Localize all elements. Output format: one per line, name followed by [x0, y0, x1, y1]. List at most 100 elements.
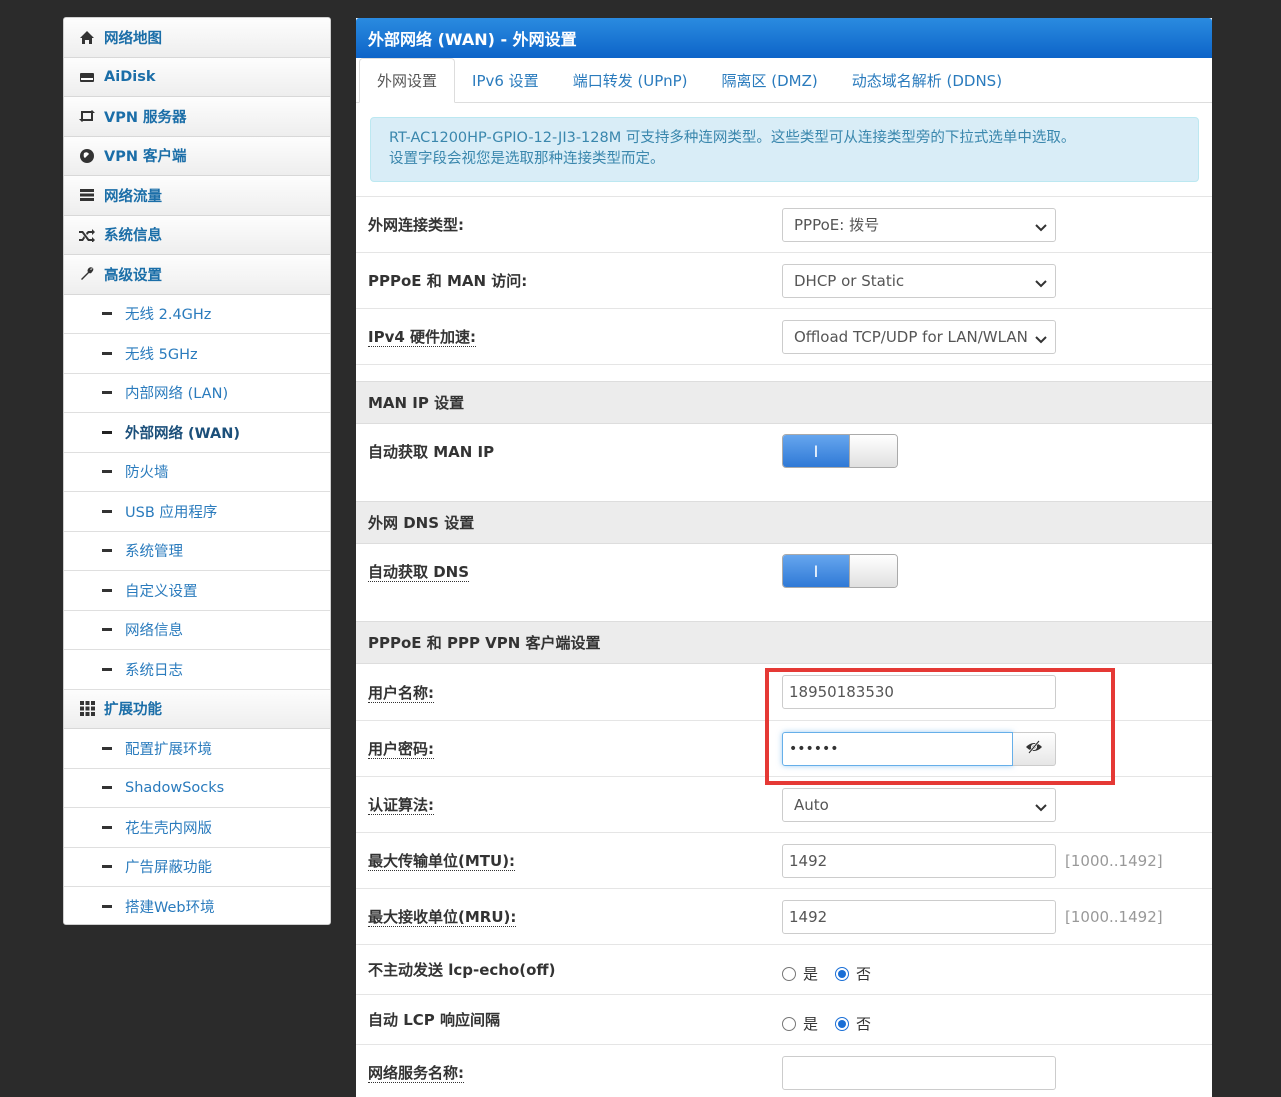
tab-ipv6[interactable]: IPv6 设置: [455, 59, 556, 102]
lcp-adaptive-yes-radio[interactable]: [782, 1016, 796, 1031]
username-input[interactable]: 18950183530: [782, 675, 1056, 709]
sidebar-item-network-map[interactable]: 网络地图: [64, 18, 330, 58]
row-service-name: 网络服务名称:: [356, 1044, 1212, 1097]
mtu-label-text: 最大传输单位(MTU):: [368, 852, 516, 871]
dash-icon: [102, 746, 112, 750]
sidebar-item-label: 扩展功能: [104, 702, 162, 719]
lcp-adaptive-yes-label: 是: [803, 1015, 819, 1033]
chevron-down-icon: [1035, 274, 1047, 287]
row-man-access: PPPoE 和 MAN 访问: DHCP or Static: [356, 252, 1212, 308]
dash-icon: [102, 312, 112, 316]
sidebar-sub-wireless-24[interactable]: 无线 2.4GHz: [64, 294, 330, 334]
toggle-on-label: I: [783, 555, 849, 587]
sidebar-sub-adblock[interactable]: 广告屏蔽功能: [64, 847, 330, 887]
chevron-down-icon: [1035, 330, 1047, 343]
auth-label-text: 认证算法:: [368, 796, 434, 815]
service-name-label-text: 网络服务名称:: [368, 1064, 464, 1083]
mru-input[interactable]: 1492: [782, 899, 1056, 934]
auth-select[interactable]: Auto: [782, 787, 1056, 822]
sidebar-sub-oray[interactable]: 花生壳内网版: [64, 808, 330, 848]
sidebar-sub-label: 花生壳内网版: [125, 820, 212, 837]
tab-dmz[interactable]: 隔离区 (DMZ): [704, 59, 834, 102]
sidebar-sub-label: 防火墙: [125, 465, 169, 482]
sidebar-sub-label: 网络信息: [125, 623, 183, 640]
sidebar-sub-label: 外部网络 (WAN): [125, 425, 241, 442]
sidebar-sub-lan[interactable]: 内部网络 (LAN): [64, 373, 330, 413]
auto-dns-toggle[interactable]: I: [782, 554, 898, 588]
sidebar-sub-label: USB 应用程序: [125, 504, 218, 521]
show-password-button[interactable]: [1013, 731, 1056, 766]
password-input[interactable]: ••••••: [782, 731, 1013, 766]
row-mru: 最大接收单位(MRU): 1492 [1000..1492]: [356, 888, 1212, 944]
sidebar-sub-wireless-5[interactable]: 无线 5GHz: [64, 334, 330, 374]
tab-port-forward[interactable]: 端口转发 (UPnP): [556, 59, 705, 102]
sidebar-sub-admin[interactable]: 系统管理: [64, 531, 330, 571]
sidebar-sub-label: 无线 5GHz: [125, 346, 198, 363]
hw-accel-select[interactable]: Offload TCP/UDP for LAN/WLAN: [782, 319, 1056, 354]
info-text-line2: 设置字段会视您是选取那种连接类型而定。: [389, 151, 665, 167]
sidebar-item-aidisk[interactable]: AiDisk: [64, 57, 330, 97]
password-label-text: 用户密码:: [368, 740, 434, 759]
retweet-icon: [77, 108, 97, 124]
lcp-adaptive-no-label: 否: [856, 1015, 872, 1033]
sidebar-item-vpn-client[interactable]: VPN 客户端: [64, 136, 330, 176]
toggle-off-handle: [849, 435, 897, 467]
wan-type-select[interactable]: PPPoE: 拨号: [782, 207, 1056, 242]
lcp-adaptive-no-radio[interactable]: [835, 1016, 850, 1031]
sidebar-item-label: 网络地图: [104, 30, 162, 47]
lcp-echo-label: 不主动发送 lcp-echo(off): [368, 961, 556, 979]
service-name-input[interactable]: [782, 1055, 1056, 1090]
lcp-echo-no-radio[interactable]: [835, 966, 850, 981]
main-panel: 外部网络 (WAN) - 外网设置 外网设置 IPv6 设置 端口转发 (UPn…: [356, 18, 1212, 1097]
sidebar-item-label: 系统信息: [104, 228, 162, 245]
section-man-ip: MAN IP 设置: [356, 381, 1212, 424]
wan-form: 外网连接类型: PPPoE: 拨号 PPPoE 和 MAN 访问: DHCP o…: [356, 196, 1212, 1097]
sidebar-sub-netinfo[interactable]: 网络信息: [64, 610, 330, 650]
auto-man-ip-label: 自动获取 MAN IP: [368, 443, 495, 461]
mru-range: [1000..1492]: [1065, 907, 1163, 926]
row-hw-accel: IPv4 硬件加速: Offload TCP/UDP for LAN/WLAN: [356, 308, 1212, 364]
section-dns: 外网 DNS 设置: [356, 501, 1212, 544]
tab-ddns[interactable]: 动态域名解析 (DDNS): [835, 59, 1019, 102]
sidebar: 网络地图 AiDisk VPN 服务器 VPN 客户端 网络流量 系统信息 高级…: [63, 17, 331, 925]
sidebar-sub-label: 系统日志: [125, 662, 183, 679]
hdd-icon: [77, 69, 97, 85]
row-auth: 认证算法: Auto: [356, 776, 1212, 832]
lcp-echo-yes-radio[interactable]: [782, 966, 796, 981]
tab-wan-settings[interactable]: 外网设置: [359, 58, 456, 103]
mtu-label: 最大传输单位(MTU):: [356, 850, 782, 871]
sidebar-item-advanced[interactable]: 高级设置: [64, 255, 330, 295]
sidebar-sub-usb[interactable]: USB 应用程序: [64, 492, 330, 532]
sidebar-item-label: AiDisk: [104, 68, 156, 85]
sidebar-sub-wan[interactable]: 外部网络 (WAN): [64, 413, 330, 453]
mtu-input[interactable]: 1492: [782, 843, 1056, 878]
home-icon: [77, 29, 97, 45]
auth-label: 认证算法:: [356, 794, 782, 815]
sidebar-sub-ext-env[interactable]: 配置扩展环境: [64, 729, 330, 769]
username-label-text: 用户名称:: [368, 683, 434, 703]
panel-title: 外部网络 (WAN) - 外网设置: [356, 18, 1212, 58]
sidebar-item-vpn-server[interactable]: VPN 服务器: [64, 97, 330, 137]
sidebar-item-traffic[interactable]: 网络流量: [64, 176, 330, 216]
man-access-select[interactable]: DHCP or Static: [782, 263, 1056, 298]
man-access-label: PPPoE 和 MAN 访问:: [368, 272, 528, 290]
mtu-range: [1000..1492]: [1065, 851, 1163, 870]
tasks-icon: [77, 187, 97, 203]
password-group: ••••••: [782, 731, 1056, 766]
sidebar-sub-syslog[interactable]: 系统日志: [64, 650, 330, 690]
lcp-echo-radio-group: 是 否: [782, 959, 871, 984]
sidebar-sub-web[interactable]: 搭建Web环境: [64, 887, 330, 924]
sidebar-sub-shadowsocks[interactable]: ShadowSocks: [64, 768, 330, 808]
sidebar-item-extensions[interactable]: 扩展功能: [64, 689, 330, 729]
tab-bar: 外网设置 IPv6 设置 端口转发 (UPnP) 隔离区 (DMZ) 动态域名解…: [356, 58, 1212, 103]
sidebar-sub-firewall[interactable]: 防火墙: [64, 452, 330, 492]
th-icon: [77, 701, 97, 717]
auto-man-ip-toggle[interactable]: I: [782, 434, 898, 468]
sidebar-sub-custom[interactable]: 自定义设置: [64, 571, 330, 611]
lcp-echo-no-label: 否: [856, 965, 872, 983]
row-auto-dns: 自动获取 DNS I: [356, 544, 1212, 600]
man-access-value: DHCP or Static: [794, 271, 905, 290]
eye-slash-icon: [1025, 739, 1043, 758]
sidebar-item-system-info[interactable]: 系统信息: [64, 215, 330, 255]
wan-type-label: 外网连接类型:: [368, 216, 464, 234]
